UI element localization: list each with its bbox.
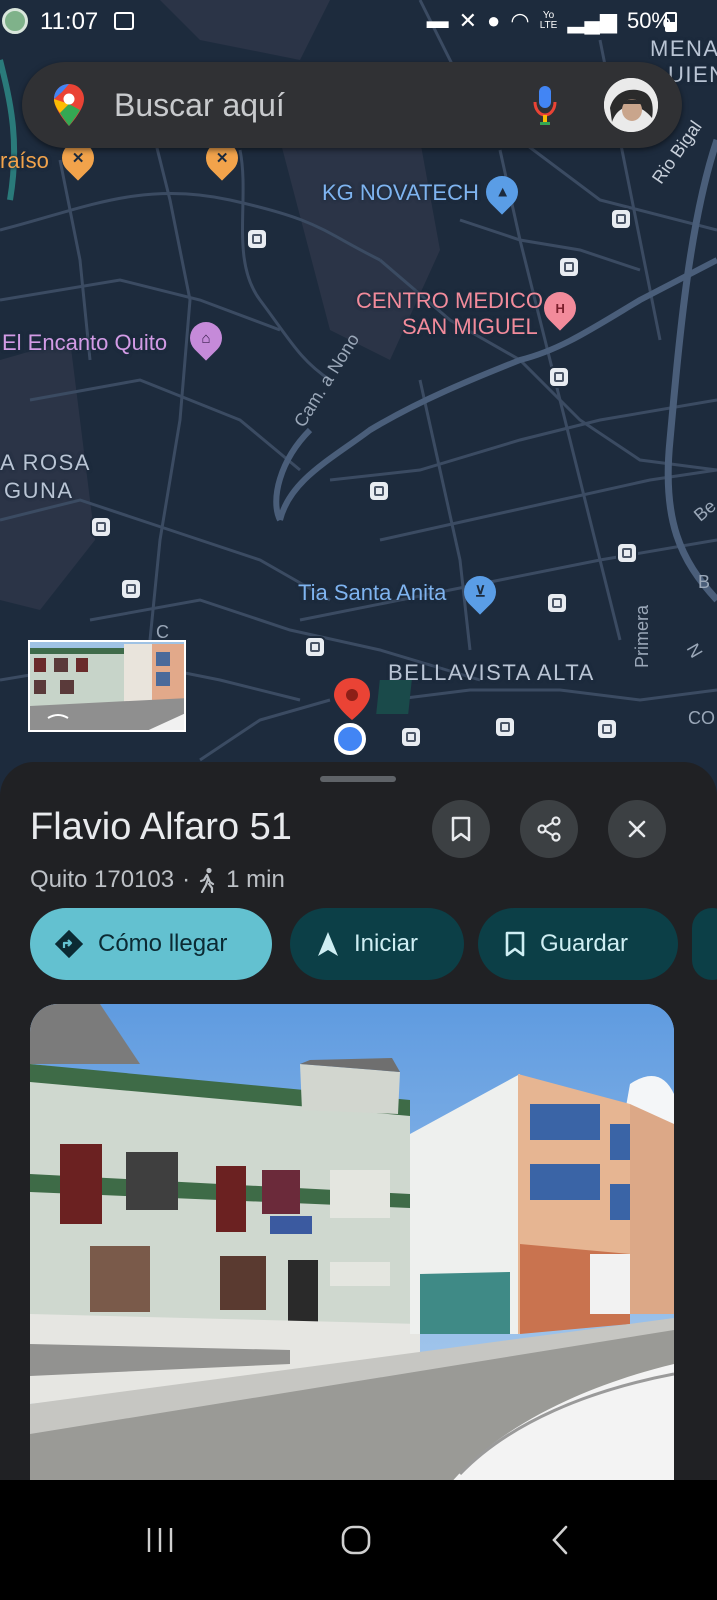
walking-icon — [200, 867, 215, 893]
map-label-poi[interactable]: El Encanto Quito — [2, 330, 167, 356]
place-subtitle: Quito 170103 · 1 min — [30, 866, 285, 894]
map-label-area: A ROSA — [0, 450, 91, 475]
place-photo[interactable] — [30, 1004, 674, 1480]
recent-apps-button[interactable] — [130, 1510, 190, 1570]
bus-stop-icon[interactable] — [494, 716, 516, 738]
map-label-poi[interactable]: KG NOVATECH — [322, 180, 479, 206]
map-label-street: B — [698, 572, 711, 592]
search-bar[interactable]: Buscar aquí — [22, 62, 682, 148]
street-photo-image — [30, 1004, 674, 1480]
map-area-highlight — [376, 680, 412, 714]
directions-label: Cómo llegar — [98, 930, 228, 957]
directions-icon — [54, 929, 84, 959]
home-button[interactable] — [326, 1510, 386, 1570]
start-button[interactable]: Iniciar — [290, 908, 464, 980]
map-label-poi[interactable]: SAN MIGUEL — [402, 314, 538, 340]
walk-time: 1 min — [226, 866, 285, 893]
bus-stop-icon[interactable] — [246, 228, 268, 250]
bus-stop-icon[interactable] — [610, 208, 632, 230]
bus-stop-icon[interactable] — [120, 578, 142, 600]
recent-apps-icon — [147, 1528, 173, 1552]
location-sharing-icon — [2, 8, 28, 34]
close-button[interactable] — [608, 800, 666, 858]
more-actions-button[interactable] — [692, 908, 717, 980]
status-bar: 11:07 ▬ ✕ ● ◠ Yo LTE ▂▄▆ 50% — [0, 0, 717, 44]
navigation-arrow-icon — [318, 932, 338, 956]
back-icon — [552, 1525, 568, 1555]
bookmark-button[interactable] — [432, 800, 490, 858]
share-button[interactable] — [520, 800, 578, 858]
map-label-street: Primera — [632, 604, 652, 668]
save-label: Guardar — [540, 930, 629, 957]
save-button[interactable]: Guardar — [478, 908, 678, 980]
bus-stop-icon[interactable] — [558, 256, 580, 278]
signal-icon: ▂▄▆ — [567, 8, 617, 33]
microphone-icon[interactable] — [532, 84, 558, 126]
map-label-poi[interactable]: Tia Santa Anita — [298, 580, 446, 606]
avatar-image — [604, 78, 658, 132]
bookmark-icon — [505, 931, 525, 957]
status-icons: ▬ ✕ ● ◠ Yo LTE ▂▄▆ 50% — [427, 8, 671, 34]
bus-stop-icon[interactable] — [304, 636, 326, 658]
bus-stop-icon[interactable] — [546, 592, 568, 614]
directions-button[interactable]: Cómo llegar — [30, 908, 272, 980]
status-time: 11:07 — [40, 8, 99, 35]
location-icon: ● — [487, 8, 501, 33]
wifi-icon: ◠ — [510, 8, 530, 33]
street-view-image — [30, 642, 184, 730]
bus-stop-icon[interactable] — [616, 542, 638, 564]
mute-icon: ✕ — [458, 8, 478, 33]
start-label: Iniciar — [354, 930, 419, 957]
back-button[interactable] — [530, 1510, 590, 1570]
gallery-notification-icon — [114, 12, 134, 30]
bed-icon: ▬ — [426, 8, 449, 33]
google-maps-logo-icon — [54, 84, 84, 126]
subtitle-separator: · — [182, 866, 191, 893]
selected-place-marker-icon[interactable] — [330, 676, 374, 720]
map-label-street: CO — [688, 708, 715, 728]
bus-stop-icon[interactable] — [368, 480, 390, 502]
sheet-drag-handle[interactable] — [320, 776, 396, 782]
close-icon — [628, 820, 646, 838]
map-label-area: BELLAVISTA ALTA — [388, 660, 595, 685]
share-icon — [537, 816, 561, 842]
home-icon — [341, 1525, 371, 1555]
system-nav-bar — [0, 1480, 717, 1600]
place-address: Quito 170103 — [30, 866, 175, 893]
bus-stop-icon[interactable] — [596, 718, 618, 740]
map-label-area: GUNA — [4, 478, 74, 503]
bus-stop-icon[interactable] — [548, 366, 570, 388]
street-view-thumbnail[interactable] — [28, 640, 186, 732]
my-location-dot — [334, 723, 366, 755]
bus-stop-icon[interactable] — [400, 726, 422, 748]
place-title: Flavio Alfaro 51 — [30, 806, 292, 848]
map-label-poi[interactable]: raíso — [0, 148, 49, 174]
place-details-sheet[interactable]: Flavio Alfaro 51 Quito 170103 · 1 min Có… — [0, 762, 717, 1480]
search-input[interactable]: Buscar aquí — [114, 87, 285, 124]
lte-tag: Yo LTE — [539, 10, 558, 31]
account-avatar[interactable] — [604, 78, 658, 132]
battery-icon — [665, 12, 677, 32]
bus-stop-icon[interactable] — [90, 516, 112, 538]
bookmark-icon — [451, 816, 471, 842]
map-label-poi[interactable]: CENTRO MEDICO — [356, 288, 543, 314]
